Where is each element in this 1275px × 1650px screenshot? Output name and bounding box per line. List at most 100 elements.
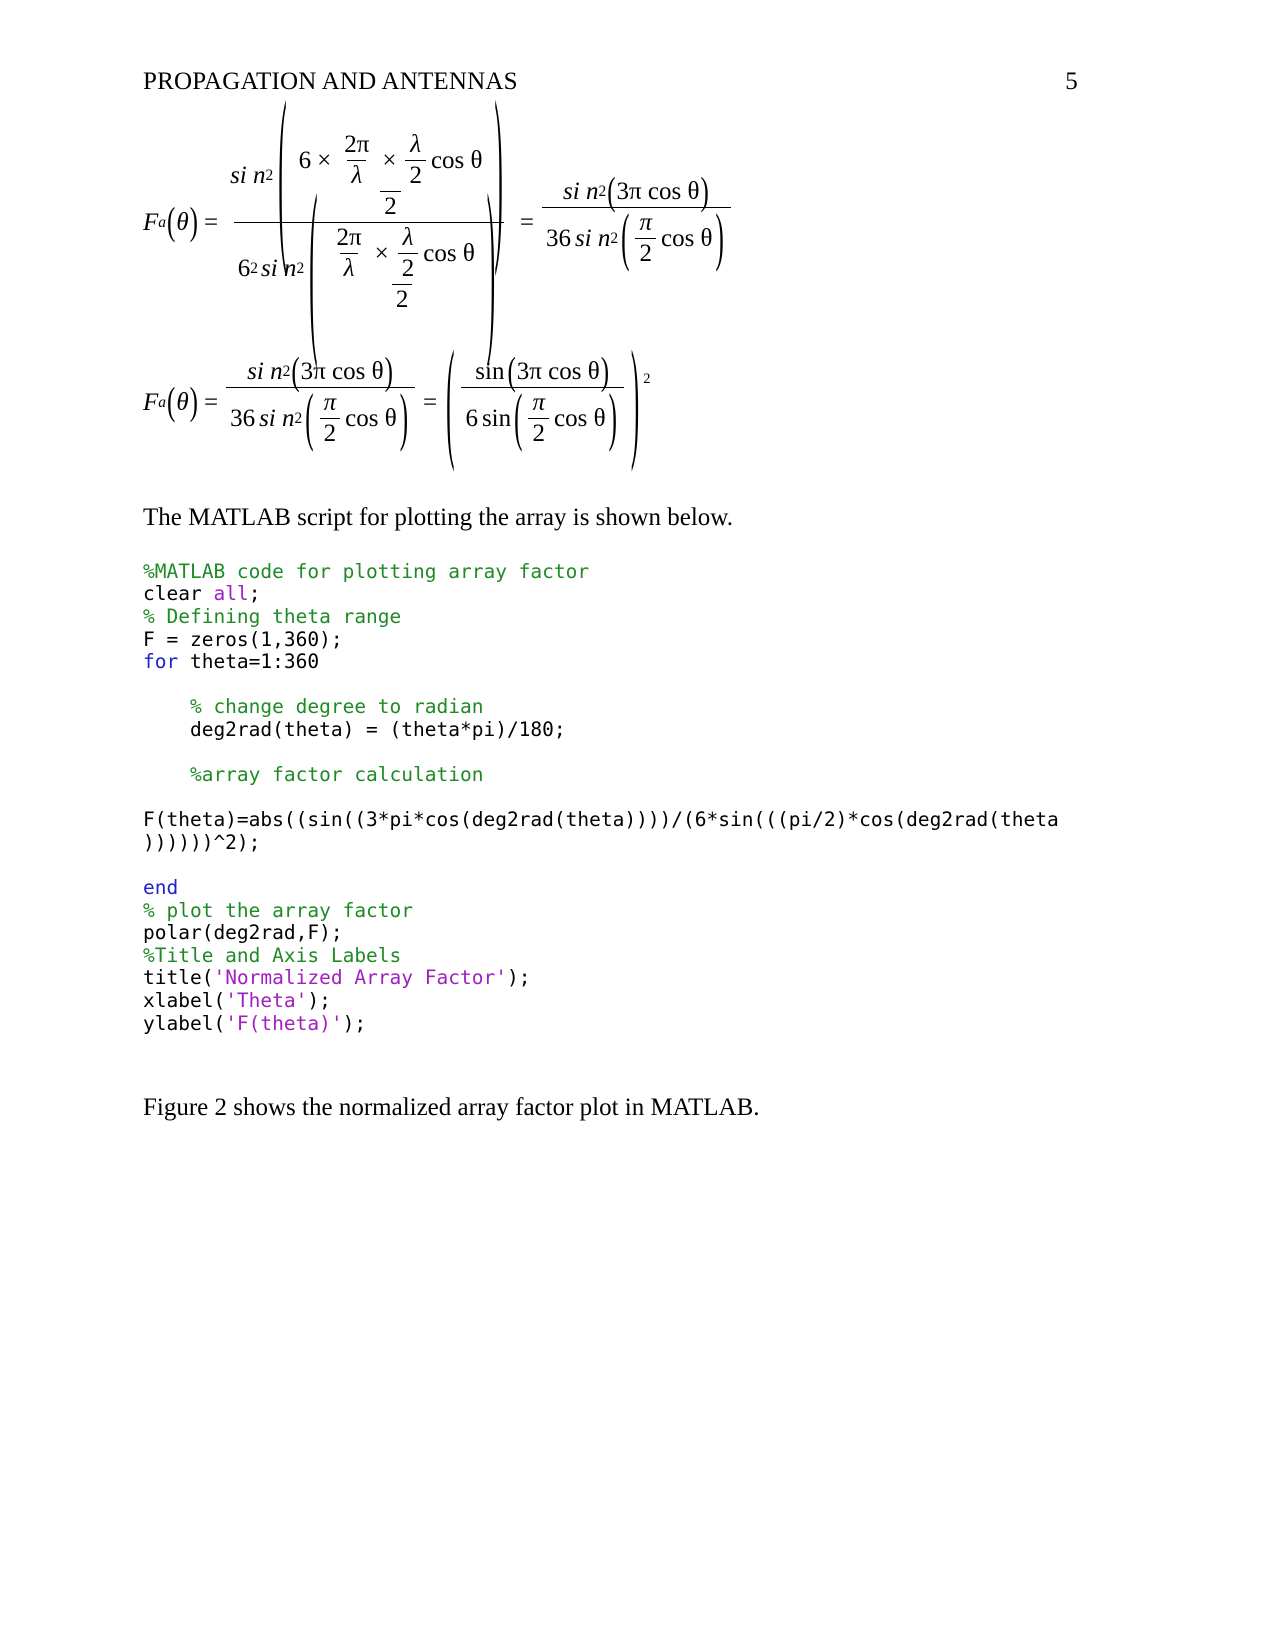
eq1-main-fraction: si n 2 ( 6 × 2π λ × λ 2 cos θ 2) 6 2 si … — [230, 70, 505, 375]
eq1-lhs-arg: θ — [176, 208, 189, 236]
code-line: clear all; — [143, 583, 1103, 606]
paren-open-icon: ( — [291, 351, 300, 394]
code-line: %array factor calculation — [143, 763, 1103, 787]
paren-open-icon: ( — [621, 203, 630, 274]
code-line: ))))))^2); — [143, 831, 1103, 855]
eq1-lambda-over-two: λ 2 — [405, 131, 426, 190]
eq1-equals-1: = — [203, 208, 219, 236]
eq1-twopi-over-lambda: 2π λ — [340, 131, 373, 190]
code-token-keyword: for — [143, 650, 179, 674]
code-token-plain: theta=1:360 — [178, 650, 320, 674]
code-token-comment: % change degree to radian — [143, 695, 484, 719]
eq1-times-3: × — [374, 239, 389, 267]
eq1-rhs-cos: cos θ — [660, 224, 713, 252]
code-token-comment: %MATLAB code for plotting array factor — [143, 559, 590, 583]
paren-open-icon: ( — [607, 171, 616, 214]
paren-close-icon: ) — [189, 381, 198, 424]
eq2-num-sin: si n — [247, 358, 283, 386]
code-line: %Title and Axis Labels — [143, 943, 1103, 968]
eq1-rhs-fraction: si n 2(3π cos θ) 36 si n 2( π 2 cos θ ) — [541, 173, 731, 274]
code-token-comment: %Title and Axis Labels — [143, 943, 402, 967]
eq1-lhs-F: F — [143, 208, 159, 236]
paren-open-icon: ( — [278, 70, 287, 282]
paren-open-icon: ( — [446, 329, 455, 476]
eq1-num-sin: si n — [230, 162, 266, 189]
eq2-equals-2: = — [423, 388, 438, 416]
eq1-rhs-den-sin: si n — [574, 224, 611, 252]
matlab-code-block[interactable]: %MATLAB code for plotting array factor cl… — [143, 559, 1103, 1036]
code-line: xlabel('Theta'); — [143, 989, 1103, 1013]
eq2-right-fraction: sin(3π cos θ) 6 sin( π 2 cos θ ) — [461, 353, 624, 451]
code-line: for theta=1:360 — [143, 650, 1103, 674]
eq1-den-lambda-num: λ — [402, 224, 414, 251]
eq2-pi-over-two: π 2 — [319, 389, 341, 448]
eq1-times-1: × — [317, 146, 332, 174]
equation-array-factor-simplified: Fa(θ)= si n2(3π cos θ) 36si n2( π 2 — [143, 329, 651, 476]
closing-paragraph: Figure 2 shows the normalized array fact… — [143, 1094, 760, 1122]
eq1-rhs-pi-over-two: π 2 — [635, 209, 656, 268]
code-token-plain: polar(deg2rad,F); — [143, 921, 343, 945]
code-token-plain: ; — [248, 582, 261, 606]
code-line: % Defining theta range — [143, 604, 1103, 629]
code-token-plain: ); — [307, 989, 331, 1013]
eq1-rhs-num-sin: si n — [563, 178, 599, 206]
code-token-string: all — [213, 582, 249, 606]
eq1-den-inner-fraction: 2π λ × λ 2 cos θ 2 — [326, 224, 479, 314]
eq2-equals-1: = — [203, 388, 219, 416]
code-line: polar(deg2rad,F); — [143, 921, 1103, 945]
code-line: F = zeros(1,360); — [143, 627, 1103, 652]
code-token-plain: F = zeros(1,360); — [143, 627, 343, 651]
page-number: 5 — [1065, 68, 1078, 95]
eq1-six-sq-base: 6 — [237, 255, 251, 282]
code-token-plain: F(theta)=abs((sin((3*pi*cos(deg2rad(thet… — [143, 808, 1059, 832]
eq2-right-den-coeff: 6 — [465, 404, 478, 432]
eq2-right-den-cos: cos θ — [554, 404, 606, 432]
eq2-right-num-sin: sin — [475, 358, 505, 386]
eq1-inner-den-2: 2 — [395, 286, 409, 313]
eq2-right-den-two: 2 — [532, 420, 545, 448]
code-token-comment: % plot the array factor — [143, 898, 414, 922]
page-content: Fa(θ) = si n 2( 6 × 2π λ × λ 2 cos θ 2)… — [143, 70, 1103, 1125]
eq2-den-coeff: 36 — [230, 404, 256, 432]
code-token-plain: ylabel( — [143, 1011, 226, 1035]
eq2-num-arg: 3π cos θ — [300, 358, 384, 386]
eq1-lambda: λ — [351, 162, 363, 189]
code-token-string: 'Theta' — [225, 989, 308, 1013]
intro-paragraph: The MATLAB script for plotting the array… — [143, 504, 733, 531]
code-token-keyword: end — [143, 876, 179, 900]
equation-array-factor-expanded: Fa(θ) = si n 2( 6 × 2π λ × λ 2 cos θ 2)… — [143, 70, 1103, 375]
code-token-string: 'Normalized Array Factor' — [213, 966, 507, 990]
eq1-den-two-pi: 2π — [336, 224, 362, 251]
eq1-rhs-two: 2 — [639, 240, 652, 268]
eq2-lhs-arg: θ — [176, 388, 189, 416]
code-token-plain: clear — [143, 582, 214, 606]
eq2-right-num-arg: 3π cos θ — [516, 358, 600, 386]
eq1-inner-den-1: 2 — [384, 193, 397, 220]
paren-close-icon: ) — [630, 329, 640, 476]
code-token-plain: ); — [506, 966, 531, 990]
code-token-string: 'F(theta)' — [225, 1011, 343, 1035]
code-line: ylabel('F(theta)'); — [143, 1011, 1103, 1036]
code-line: deg2rad(theta) = (theta*pi)/180; — [143, 718, 1103, 742]
eq1-rhs-pi: π — [639, 209, 652, 237]
eq2-left-fraction: si n 2(3π cos θ) 36 si n 2( π 2 cos θ ) — [226, 353, 416, 454]
document-page: PROPAGATION AND ANTENNAS 5 Fa(θ) = si n 2( — [0, 0, 1275, 1650]
eq2-den-cos: cos θ — [345, 404, 397, 432]
eq1-cos-theta-2: cos θ — [423, 239, 475, 267]
paren-close-icon: ) — [384, 351, 393, 394]
paren-open-icon: ( — [305, 383, 314, 454]
code-line: title('Normalized Array Factor'); — [143, 967, 1103, 990]
header-title: PROPAGATION AND ANTENNAS — [143, 68, 518, 95]
code-token-plain: xlabel( — [143, 989, 226, 1013]
eq1-num-inner-fraction: 6 × 2π λ × λ 2 cos θ 2 — [295, 131, 487, 221]
eq1-equals-2: = — [519, 208, 534, 236]
eq2-den-two: 2 — [323, 420, 337, 448]
eq1-den-twopi-over-lambda: 2π λ — [333, 224, 366, 283]
eq1-cos-theta-1: cos θ — [430, 146, 483, 174]
code-line: %MATLAB code for plotting array factor — [143, 559, 1103, 584]
code-token-comment: % Defining theta range — [143, 604, 402, 628]
code-token-comment: %array factor calculation — [143, 763, 484, 787]
code-line: end — [143, 876, 1103, 900]
eq2-right-pi-over-two: π 2 — [528, 389, 549, 448]
